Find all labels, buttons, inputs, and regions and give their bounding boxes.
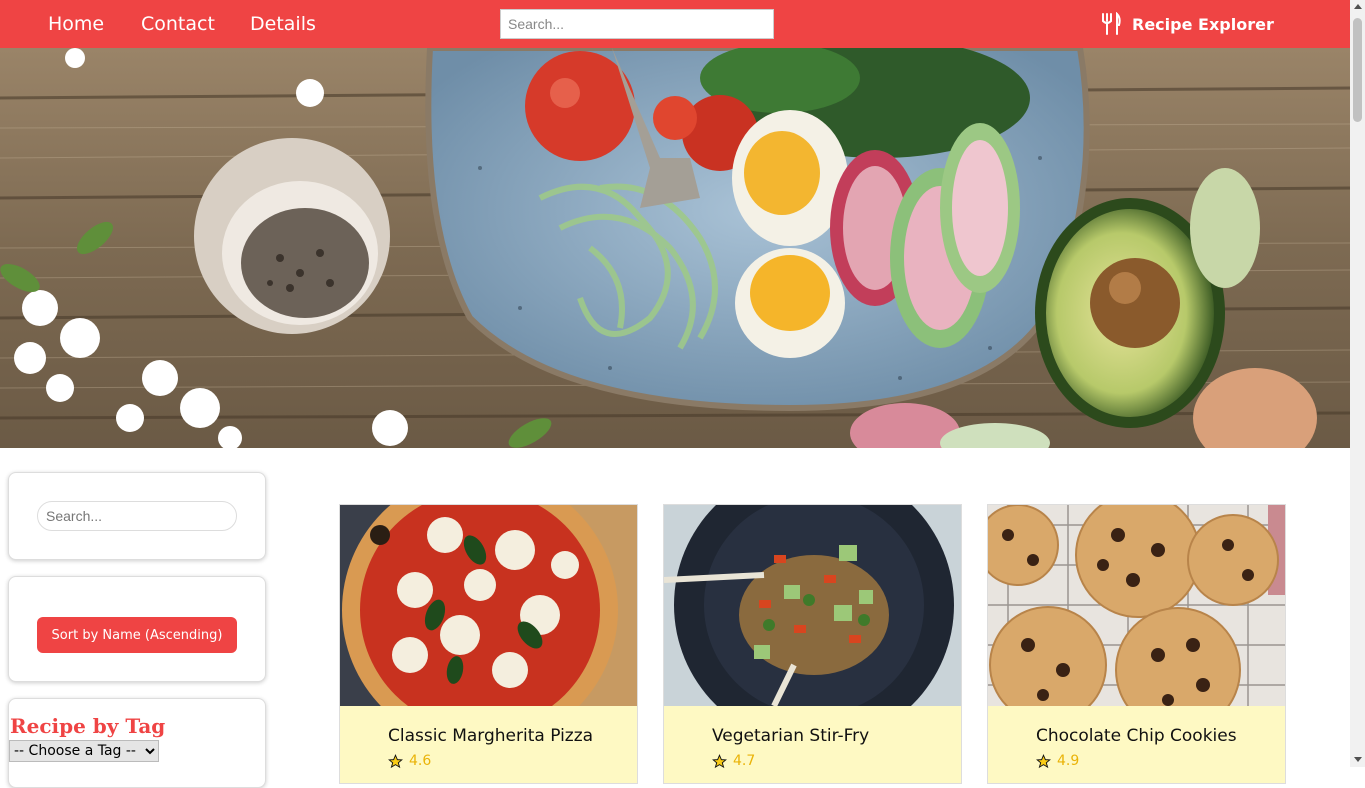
recipe-card[interactable]: Vegetarian Stir-Fry 4.7 (663, 504, 962, 784)
sort-by-name-button[interactable]: Sort by Name (Ascending) (37, 617, 237, 653)
recipe-image-pizza (340, 505, 637, 706)
sidebar-search-input[interactable] (37, 501, 237, 531)
nav-link-details[interactable]: Details (250, 13, 316, 35)
utensils-icon (1102, 12, 1121, 35)
sidebar-tag-card: Recipe by Tag -- Choose a Tag -- (8, 698, 266, 788)
top-navbar: Home Contact Details Recipe Explorer (0, 0, 1350, 48)
tag-filter-title: Recipe by Tag (10, 714, 166, 738)
nav-search-input[interactable] (500, 9, 774, 39)
brand-name: Recipe Explorer (1132, 14, 1274, 34)
tag-select[interactable]: -- Choose a Tag -- (9, 740, 159, 762)
brand-logo[interactable]: Recipe Explorer (1100, 12, 1274, 36)
nav-link-home[interactable]: Home (48, 13, 104, 35)
scroll-thumb[interactable] (1353, 18, 1362, 122)
hero-banner-image (0, 48, 1350, 448)
star-icon (388, 753, 403, 768)
recipe-image-cookies (988, 505, 1285, 706)
star-icon (1036, 753, 1051, 768)
scroll-up-arrow-icon[interactable] (1354, 4, 1362, 9)
recipe-card[interactable]: Chocolate Chip Cookies 4.9 (987, 504, 1286, 784)
star-icon (712, 753, 727, 768)
recipe-title[interactable]: Chocolate Chip Cookies (1036, 726, 1237, 746)
nav-link-contact[interactable]: Contact (141, 13, 215, 35)
recipe-card[interactable]: Classic Margherita Pizza 4.6 (339, 504, 638, 784)
page-scrollbar[interactable] (1350, 0, 1365, 767)
sidebar-sort-card: Sort by Name (Ascending) (8, 576, 266, 682)
sidebar-search-card (8, 472, 266, 560)
scroll-down-arrow-icon[interactable] (1354, 757, 1362, 762)
recipe-image-stir-fry (664, 505, 961, 706)
recipe-title[interactable]: Vegetarian Stir-Fry (712, 726, 869, 746)
recipe-title[interactable]: Classic Margherita Pizza (388, 726, 593, 746)
